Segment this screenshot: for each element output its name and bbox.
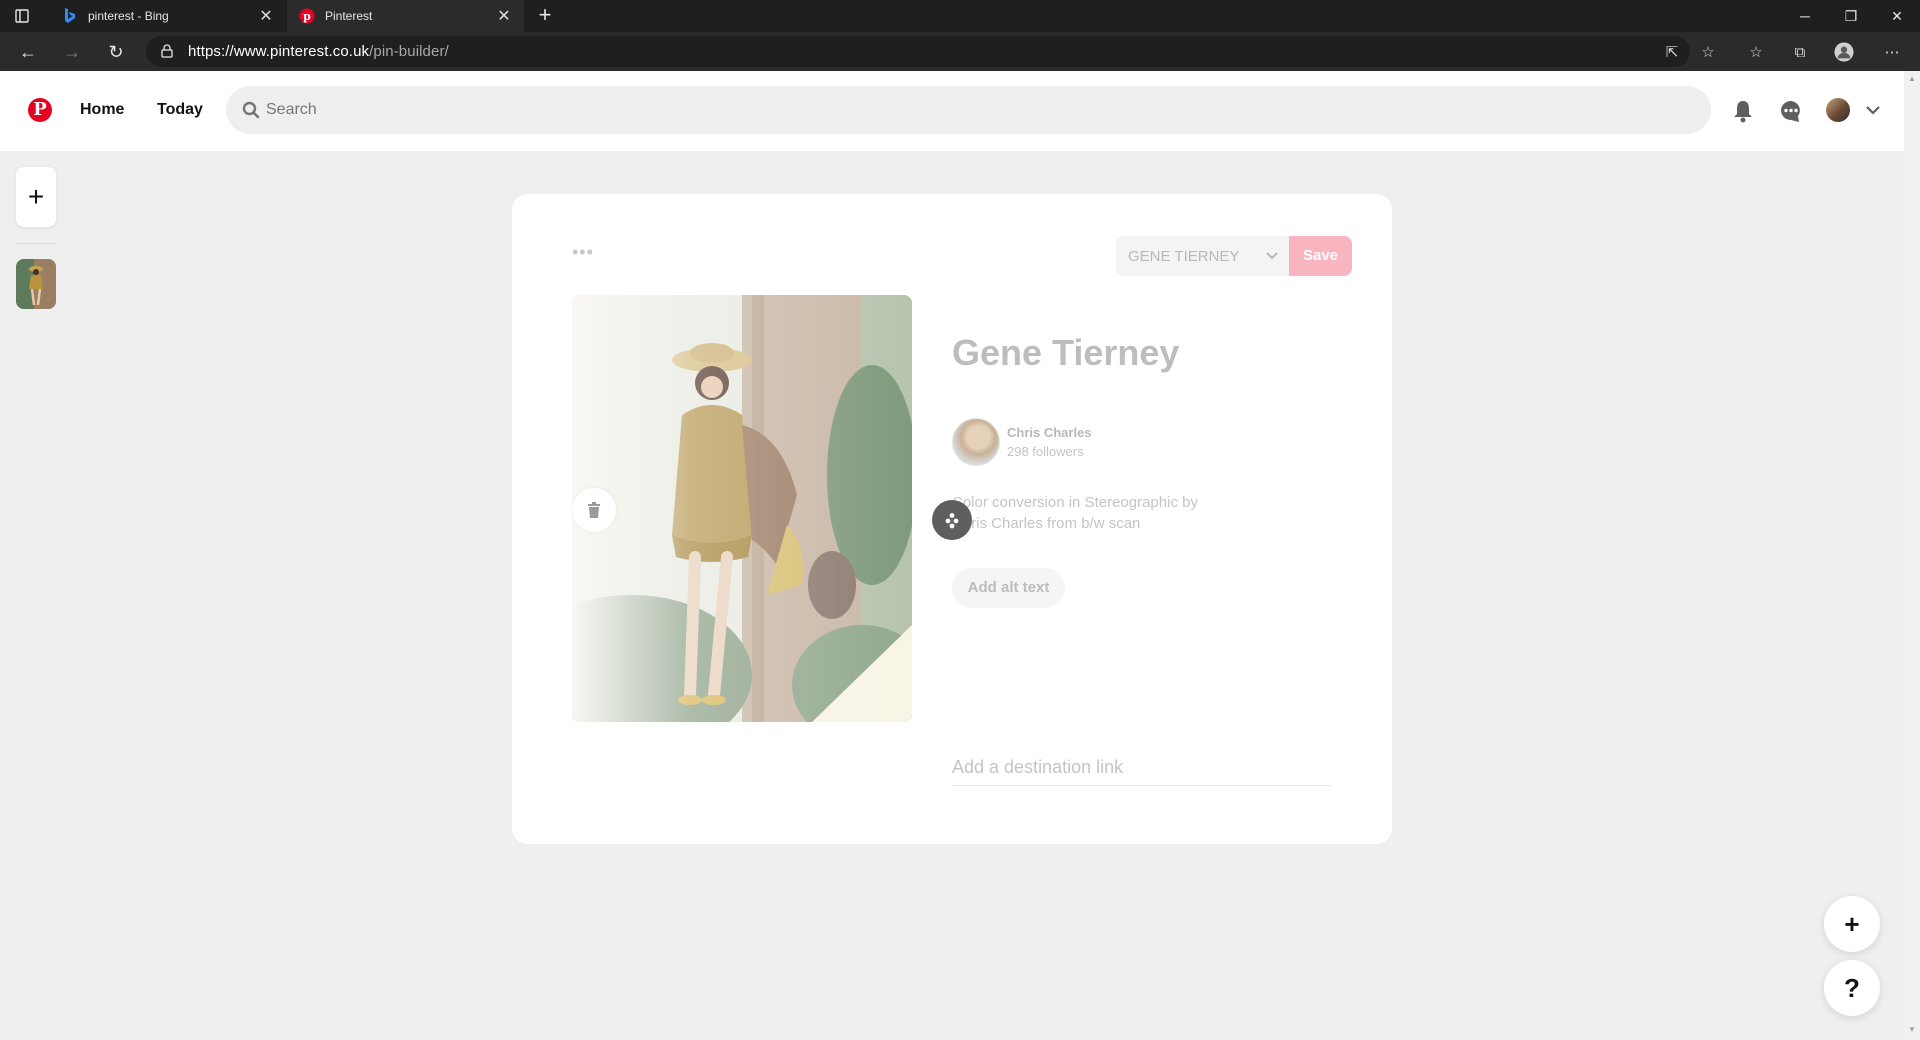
pin-image xyxy=(572,295,912,722)
delete-image-button[interactable] xyxy=(572,488,616,532)
trash-icon xyxy=(588,502,600,518)
nav-home[interactable]: Home xyxy=(80,101,124,119)
close-tab-icon[interactable]: ✕ xyxy=(496,6,512,26)
favorites-icon[interactable]: ☆ xyxy=(1746,42,1766,62)
avatar[interactable] xyxy=(1826,98,1850,122)
vertical-scrollbar[interactable]: ▲ ▼ xyxy=(1904,71,1920,1040)
browser-toolbar: ← → ↻ https://www.pinterest.co.uk/pin-bu… xyxy=(0,32,1920,71)
draft-pin-thumbnail[interactable] xyxy=(16,259,56,309)
search-input[interactable] xyxy=(266,86,1666,134)
minimize-icon[interactable]: ─ xyxy=(1782,0,1828,32)
new-tab-button[interactable]: + xyxy=(532,3,558,29)
creator-name: Chris Charles xyxy=(1007,425,1092,440)
destination-link-field[interactable] xyxy=(952,750,1332,786)
profile-icon[interactable] xyxy=(1834,42,1854,62)
refresh-icon[interactable]: ↻ xyxy=(104,40,128,64)
close-tab-icon[interactable]: ✕ xyxy=(258,6,274,26)
add-alt-text-button[interactable]: Add alt text xyxy=(952,568,1065,608)
pinterest-header: P Home Today xyxy=(0,71,1904,151)
pinterest-icon: p xyxy=(299,8,315,24)
help-button[interactable]: ? xyxy=(1824,960,1880,1016)
destination-link-input[interactable] xyxy=(952,750,1332,784)
forward-icon[interactable]: → xyxy=(60,40,84,64)
create-pin-button[interactable]: + xyxy=(16,167,56,227)
chevron-down-icon xyxy=(1264,248,1280,264)
search-bar[interactable] xyxy=(226,86,1711,134)
chevron-down-icon[interactable] xyxy=(1862,99,1884,121)
create-fab-button[interactable]: + xyxy=(1824,896,1880,952)
tab-actions-icon[interactable] xyxy=(14,8,30,24)
tab-title: Pinterest xyxy=(325,9,373,23)
restore-icon[interactable]: ❐ xyxy=(1828,0,1874,32)
add-favorite-icon[interactable]: ☆ xyxy=(1698,42,1718,62)
save-button[interactable]: Save xyxy=(1289,236,1352,276)
scroll-up-icon[interactable]: ▲ xyxy=(1908,75,1916,83)
collections-icon[interactable]: ⧉ xyxy=(1790,42,1810,62)
back-icon[interactable]: ← xyxy=(16,40,40,64)
divider xyxy=(16,243,56,244)
bing-icon xyxy=(62,8,78,24)
tab-bing[interactable]: pinterest - Bing ✕ xyxy=(50,0,286,32)
url-domain: https://www.pinterest.co.uk xyxy=(188,43,370,60)
settings-more-icon[interactable]: ⋯ xyxy=(1882,42,1902,62)
close-window-icon[interactable]: ✕ xyxy=(1874,0,1920,32)
pin-description[interactable]: Color conversion in Stereographic by Chr… xyxy=(952,492,1232,534)
lock-icon[interactable] xyxy=(160,44,174,58)
address-bar[interactable]: https://www.pinterest.co.uk/pin-builder/ xyxy=(146,36,1690,67)
url-path: /pin-builder/ xyxy=(369,43,449,60)
nav-today[interactable]: Today xyxy=(157,101,203,119)
more-options-icon[interactable]: ••• xyxy=(572,242,594,263)
board-name: GENE TIERNEY xyxy=(1128,247,1240,265)
svg-text:p: p xyxy=(303,10,311,23)
pin-title[interactable]: Gene Tierney xyxy=(952,332,1179,374)
open-in-app-icon[interactable]: ⇱ xyxy=(1662,42,1682,62)
search-icon xyxy=(242,101,260,119)
tab-title: pinterest - Bing xyxy=(88,9,169,23)
drag-cursor-icon xyxy=(932,500,972,540)
board-select[interactable]: GENE TIERNEY xyxy=(1116,236,1292,276)
pinterest-logo-icon[interactable]: P xyxy=(28,98,52,122)
notifications-icon[interactable] xyxy=(1730,98,1756,124)
tab-pinterest[interactable]: p Pinterest ✕ xyxy=(287,0,524,32)
url-text: https://www.pinterest.co.uk/pin-builder/ xyxy=(188,43,449,60)
creator-followers: 298 followers xyxy=(1007,444,1084,459)
messages-icon[interactable] xyxy=(1778,98,1804,124)
creator-avatar xyxy=(952,418,1000,466)
scroll-down-icon[interactable]: ▼ xyxy=(1908,1026,1916,1034)
browser-tab-bar: pinterest - Bing ✕ p Pinterest ✕ + ─ ❐ ✕ xyxy=(0,0,1920,32)
